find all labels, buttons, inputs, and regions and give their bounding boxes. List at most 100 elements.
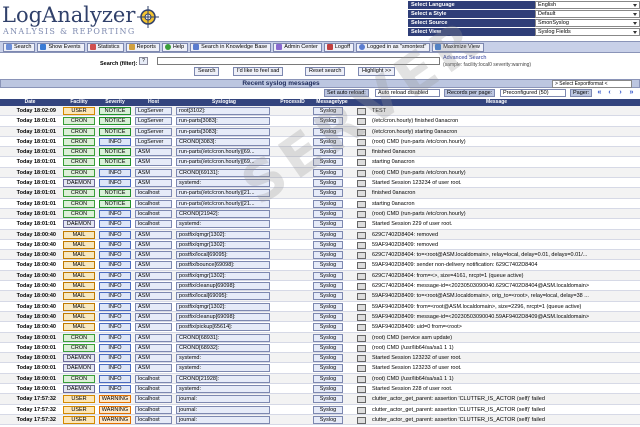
- row-syslogtag[interactable]: journal:: [176, 395, 270, 404]
- column-syslogtag[interactable]: Syslogtag: [174, 99, 274, 106]
- row-syslogtag[interactable]: postfix/qmgr[1302]:: [176, 271, 270, 280]
- row-message[interactable]: 629C7402D8404: removed: [371, 231, 636, 239]
- filter-help-icon[interactable]: ?: [139, 57, 148, 65]
- row-facility[interactable]: MAIL: [63, 312, 95, 321]
- row-host[interactable]: LogServer: [135, 137, 172, 146]
- row-messagetype[interactable]: Syslog: [313, 261, 343, 270]
- row-messagetype[interactable]: Syslog: [313, 312, 343, 321]
- row-host[interactable]: ASM: [135, 271, 172, 280]
- row-syslogtag[interactable]: postfix/qmgr[1302]:: [176, 302, 270, 311]
- row-host[interactable]: ASM: [135, 282, 172, 291]
- message-details-icon[interactable]: [357, 200, 366, 208]
- row-syslogtag[interactable]: postfix/local[69095]:: [176, 251, 270, 260]
- row-syslogtag[interactable]: run-parts(/etc/cron.hourly)[21...: [176, 189, 270, 198]
- message-details-icon[interactable]: [357, 252, 366, 260]
- row-message[interactable]: (root) CMD (/usr/lib64/sa/sa1 1 1): [371, 375, 636, 383]
- reports-button[interactable]: Reports: [125, 42, 160, 52]
- row-facility[interactable]: MAIL: [63, 271, 95, 280]
- row-message[interactable]: 629C7402D8404: to=<root@ASM.localdomain>…: [371, 251, 636, 259]
- message-details-icon[interactable]: [357, 210, 366, 218]
- row-messagetype[interactable]: Syslog: [313, 323, 343, 332]
- logoff-button[interactable]: Logoff: [323, 42, 355, 52]
- row-messagetype[interactable]: Syslog: [313, 199, 343, 208]
- row-host[interactable]: ASM: [135, 168, 172, 177]
- auto-reload-select[interactable]: Auto reload disabled: [375, 89, 440, 97]
- row-message[interactable]: (root) CMD (service asm update): [371, 334, 636, 342]
- row-severity[interactable]: INFO: [99, 261, 131, 270]
- row-message[interactable]: 59AF9402D8409: removed: [371, 241, 636, 249]
- row-messagetype[interactable]: Syslog: [313, 405, 343, 414]
- row-facility[interactable]: DAEMON: [63, 220, 95, 229]
- message-details-icon[interactable]: [357, 272, 366, 280]
- row-messagetype[interactable]: Syslog: [313, 302, 343, 311]
- admin-center-button[interactable]: Admin Center: [273, 42, 322, 52]
- row-messagetype[interactable]: Syslog: [313, 220, 343, 229]
- row-messagetype[interactable]: Syslog: [313, 240, 343, 249]
- row-message[interactable]: (root) CMD (/usr/lib64/sa/sa1 1 1): [371, 344, 636, 352]
- row-facility[interactable]: CRON: [63, 199, 95, 208]
- row-severity[interactable]: NOTICE: [99, 199, 131, 208]
- message-details-icon[interactable]: [357, 190, 366, 198]
- row-message[interactable]: clutter_actor_get_parent: assertion 'CLU…: [371, 395, 636, 403]
- app-logo[interactable]: LogAnalyzer ANALYSIS & REPORTING: [2, 3, 162, 39]
- first-page-icon[interactable]: «: [596, 89, 603, 97]
- row-host[interactable]: ASM: [135, 364, 172, 373]
- row-syslogtag[interactable]: root[3102]:: [176, 107, 270, 115]
- row-severity[interactable]: WARNING: [99, 395, 131, 404]
- view-select[interactable]: Syslog Fields: [535, 28, 640, 36]
- records-per-page-select[interactable]: Preconfigured (50): [500, 89, 566, 97]
- row-facility[interactable]: CRON: [63, 117, 95, 126]
- message-details-icon[interactable]: [357, 128, 366, 136]
- row-host[interactable]: localhost: [135, 199, 172, 208]
- message-details-icon[interactable]: [357, 118, 366, 126]
- row-messagetype[interactable]: Syslog: [313, 343, 343, 352]
- message-details-icon[interactable]: [357, 221, 366, 229]
- row-severity[interactable]: INFO: [99, 364, 131, 373]
- message-details-icon[interactable]: [357, 293, 366, 301]
- row-messagetype[interactable]: Syslog: [313, 415, 343, 424]
- column-processid[interactable]: ProcessID: [274, 99, 311, 106]
- row-message[interactable]: clutter_actor_get_parent: assertion 'CLU…: [371, 416, 636, 424]
- row-facility[interactable]: CRON: [63, 374, 95, 383]
- row-messagetype[interactable]: Syslog: [313, 168, 343, 177]
- row-messagetype[interactable]: Syslog: [313, 333, 343, 342]
- row-severity[interactable]: INFO: [99, 374, 131, 383]
- row-syslogtag[interactable]: run-parts(/etc/cron.hourly)[69...: [176, 158, 270, 167]
- message-details-icon[interactable]: [357, 169, 366, 177]
- message-details-icon[interactable]: [357, 138, 366, 146]
- row-message[interactable]: (/etc/cron.hourly) finished 0anacron: [371, 117, 636, 125]
- message-details-icon[interactable]: [357, 406, 366, 414]
- message-details-icon[interactable]: [357, 262, 366, 270]
- row-facility[interactable]: DAEMON: [63, 385, 95, 394]
- row-syslogtag[interactable]: journal:: [176, 405, 270, 414]
- row-severity[interactable]: INFO: [99, 354, 131, 363]
- row-messagetype[interactable]: Syslog: [313, 107, 343, 115]
- row-facility[interactable]: CRON: [63, 148, 95, 157]
- row-severity[interactable]: INFO: [99, 168, 131, 177]
- row-facility[interactable]: CRON: [63, 333, 95, 342]
- kb-search-button[interactable]: Search in Knowledge Base: [190, 42, 272, 52]
- statistics-button[interactable]: Statistics: [86, 42, 124, 52]
- row-syslogtag[interactable]: CROND[68932]:: [176, 343, 270, 352]
- message-details-icon[interactable]: [357, 108, 366, 115]
- column-message[interactable]: Message: [353, 99, 640, 106]
- reset-search-button[interactable]: Reset search: [305, 67, 346, 76]
- previous-page-icon[interactable]: ‹: [606, 89, 613, 97]
- row-severity[interactable]: INFO: [99, 220, 131, 229]
- row-syslogtag[interactable]: postfix/cleanup[69098]:: [176, 282, 270, 291]
- row-severity[interactable]: WARNING: [99, 405, 131, 414]
- row-message[interactable]: starting 0anacron: [371, 158, 636, 166]
- row-severity[interactable]: INFO: [99, 292, 131, 301]
- last-page-icon[interactable]: »: [628, 89, 635, 97]
- row-syslogtag[interactable]: systemd:: [176, 364, 270, 373]
- message-details-icon[interactable]: [357, 396, 366, 404]
- row-severity[interactable]: INFO: [99, 343, 131, 352]
- message-details-icon[interactable]: [357, 365, 366, 373]
- source-select[interactable]: SmonSyslog: [535, 19, 640, 27]
- row-message[interactable]: starting 0anacron: [371, 200, 636, 208]
- row-messagetype[interactable]: Syslog: [313, 209, 343, 218]
- message-details-icon[interactable]: [357, 159, 366, 167]
- row-severity[interactable]: NOTICE: [99, 148, 131, 157]
- row-host[interactable]: ASM: [135, 261, 172, 270]
- column-messagetype[interactable]: Messagetype: [311, 99, 353, 106]
